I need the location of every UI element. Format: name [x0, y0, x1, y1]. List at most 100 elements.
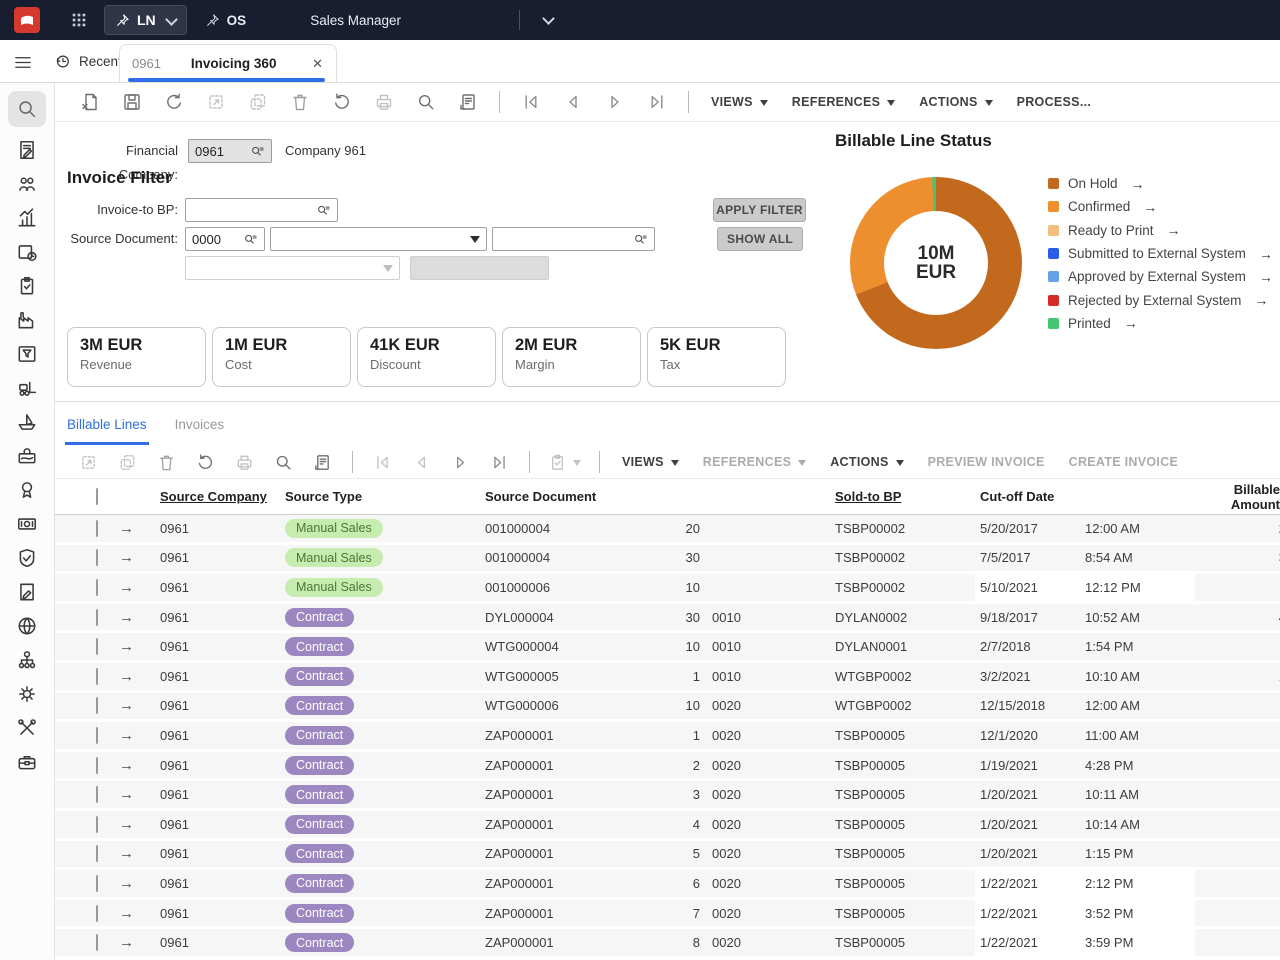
row-checkbox[interactable] — [96, 609, 98, 626]
create-invoice-button[interactable]: CREATE INVOICE — [1069, 455, 1179, 469]
header-sold-to-bp[interactable]: Sold-to BP — [830, 489, 975, 504]
export-icon[interactable] — [458, 92, 478, 112]
toolbox-icon[interactable] — [16, 445, 38, 467]
row-checkbox[interactable] — [96, 668, 98, 685]
kpi-card[interactable]: 41K EUR Discount — [357, 327, 496, 387]
lookup-icon[interactable] — [243, 232, 258, 247]
next-record-icon[interactable] — [605, 92, 625, 112]
row-drill-arrow-icon[interactable]: → — [119, 875, 155, 892]
tab-invoicing-360[interactable]: 0961 Invoicing 360 ✕ — [119, 44, 337, 82]
invoice-to-bp-field[interactable] — [185, 198, 338, 222]
report-icon[interactable] — [16, 139, 38, 161]
row-drill-arrow-icon[interactable]: → — [119, 520, 155, 537]
table-row[interactable]: → 0961 Contract ZAP000001 6 0020 TSBP000… — [55, 870, 1280, 900]
copy-line-icon[interactable] — [118, 453, 137, 472]
legend-drill-arrow-icon[interactable]: → — [1131, 176, 1145, 192]
topbar-expand-chevron-icon[interactable] — [542, 12, 555, 25]
clipboard-icon[interactable] — [16, 275, 38, 297]
previous-record-icon[interactable] — [563, 92, 583, 112]
row-checkbox[interactable] — [96, 727, 98, 744]
last-record-icon[interactable] — [647, 92, 667, 112]
row-checkbox[interactable] — [96, 757, 98, 774]
row-drill-arrow-icon[interactable]: → — [119, 638, 155, 655]
row-checkbox[interactable] — [96, 638, 98, 655]
row-drill-arrow-icon[interactable]: → — [119, 934, 155, 951]
recent-button[interactable]: Recent — [54, 53, 122, 70]
preview-invoice-button[interactable]: PREVIEW INVOICE — [928, 455, 1045, 469]
legend-drill-arrow-icon[interactable]: → — [1143, 199, 1157, 215]
row-checkbox[interactable] — [96, 934, 98, 951]
table-row[interactable]: → 0961 Contract ZAP000001 7 0020 TSBP000… — [55, 900, 1280, 930]
first-page-icon[interactable] — [373, 453, 392, 472]
sales-chart-icon[interactable] — [16, 207, 38, 229]
legend-drill-arrow-icon[interactable]: → — [1167, 222, 1181, 238]
table-row[interactable]: → 0961 Contract ZAP000001 1 0020 TSBP000… — [55, 722, 1280, 752]
table-row[interactable]: → 0961 Contract ZAP000001 5 0020 TSBP000… — [55, 841, 1280, 871]
lookup-icon[interactable] — [633, 232, 648, 247]
source-document-company-field[interactable]: 0000 — [185, 227, 265, 251]
app-switcher-ln[interactable]: LN — [104, 5, 187, 35]
last-page-icon[interactable] — [490, 453, 509, 472]
row-checkbox[interactable] — [96, 579, 98, 596]
select-all-checkbox[interactable] — [96, 488, 98, 505]
row-drill-arrow-icon[interactable]: → — [119, 786, 155, 803]
org-chart-icon[interactable] — [16, 649, 38, 671]
print-lines-icon[interactable] — [235, 453, 254, 472]
new-record-icon[interactable] — [206, 92, 226, 112]
legend-drill-arrow-icon[interactable]: → — [1259, 269, 1273, 285]
table-row[interactable]: → 0961 Manual Sales 001000004 20 TSBP000… — [55, 515, 1280, 545]
row-checkbox[interactable] — [96, 845, 98, 862]
row-checkbox[interactable] — [96, 520, 98, 537]
row-checkbox[interactable] — [96, 816, 98, 833]
legend-drill-arrow-icon[interactable]: → — [1254, 292, 1268, 308]
header-source-type[interactable]: Source Type — [280, 489, 480, 504]
tab-billable-lines[interactable]: Billable Lines — [67, 402, 147, 446]
next-page-icon[interactable] — [451, 453, 470, 472]
row-drill-arrow-icon[interactable]: → — [119, 905, 155, 922]
funnel-icon[interactable] — [16, 343, 38, 365]
kpi-card[interactable]: 5K EUR Tax — [647, 327, 786, 387]
row-checkbox[interactable] — [96, 549, 98, 566]
table-row[interactable]: → 0961 Manual Sales 001000006 10 TSBP000… — [55, 574, 1280, 604]
row-drill-arrow-icon[interactable]: → — [119, 668, 155, 685]
lookup-icon[interactable] — [316, 203, 331, 218]
previous-page-icon[interactable] — [412, 453, 431, 472]
lines-actions-menu[interactable]: ACTIONS — [830, 455, 903, 470]
table-row[interactable]: → 0961 Contract DYL000004 30 0010 DYLAN0… — [55, 604, 1280, 634]
source-document-number-field[interactable] — [492, 227, 655, 251]
process-menu[interactable]: PROCESS... — [1017, 95, 1092, 109]
boat-icon[interactable] — [16, 411, 38, 433]
factory-icon[interactable] — [16, 309, 38, 331]
save-close-icon[interactable] — [80, 92, 100, 112]
source-document-type-dropdown[interactable] — [270, 227, 487, 251]
copy-record-icon[interactable] — [248, 92, 268, 112]
paste-menu[interactable] — [548, 453, 581, 472]
table-row[interactable]: → 0961 Contract ZAP000001 2 0020 TSBP000… — [55, 752, 1280, 782]
find-lines-icon[interactable] — [274, 453, 293, 472]
save-icon[interactable] — [122, 92, 142, 112]
row-drill-arrow-icon[interactable]: → — [119, 757, 155, 774]
row-checkbox[interactable] — [96, 697, 98, 714]
financial-company-field[interactable]: 0961 — [188, 139, 272, 163]
row-drill-arrow-icon[interactable]: → — [119, 549, 155, 566]
refresh-icon[interactable] — [332, 92, 352, 112]
row-drill-arrow-icon[interactable]: → — [119, 816, 155, 833]
kpi-card[interactable]: 2M EUR Margin — [502, 327, 641, 387]
show-all-button[interactable]: SHOW ALL — [717, 227, 803, 251]
refresh-lines-icon[interactable] — [196, 453, 215, 472]
box-clock-icon[interactable] — [16, 241, 38, 263]
billable-line-status-donut[interactable]: 10M EUR — [850, 177, 1022, 349]
tab-close-icon[interactable]: ✕ — [312, 56, 323, 72]
app-switcher-os[interactable]: OS — [205, 13, 247, 28]
row-drill-arrow-icon[interactable]: → — [119, 845, 155, 862]
export-lines-icon[interactable] — [313, 453, 332, 472]
apply-filter-button[interactable]: APPLY FILTER — [713, 198, 806, 222]
row-drill-arrow-icon[interactable]: → — [119, 579, 155, 596]
views-menu[interactable]: VIEWS — [711, 95, 768, 110]
forklift-icon[interactable] — [16, 377, 38, 399]
header-billable-amount[interactable]: Billable Amount — [1195, 482, 1280, 512]
lines-references-menu[interactable]: REFERENCES — [703, 455, 806, 470]
legend-drill-arrow-icon[interactable]: → — [1259, 246, 1273, 262]
delete-line-icon[interactable] — [157, 453, 176, 472]
hamburger-menu-icon[interactable] — [13, 53, 32, 72]
